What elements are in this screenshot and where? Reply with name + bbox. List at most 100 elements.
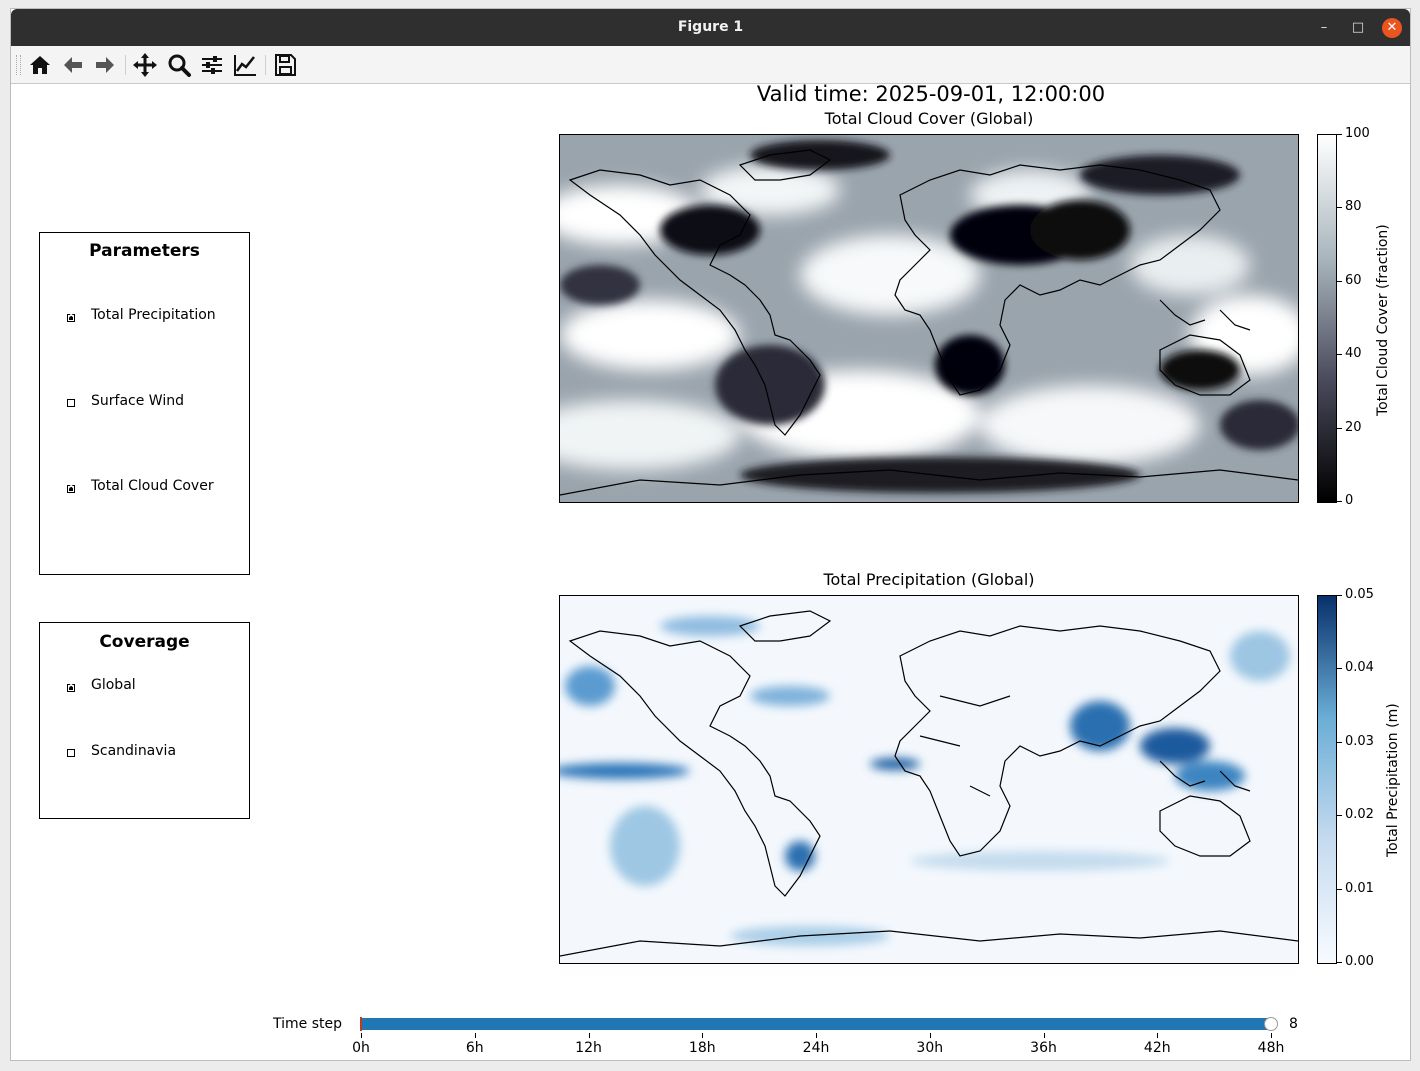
slider-min-marker: [360, 1017, 362, 1031]
back-button[interactable]: [60, 52, 86, 78]
cloud-colorbar-label: Total Cloud Cover (fraction): [1375, 224, 1391, 416]
precip-colorbar-tick-label: 0.01: [1345, 880, 1374, 896]
cloud-colorbar: [1317, 134, 1337, 503]
cloud-colorbar-tick-label: 60: [1345, 272, 1362, 288]
cloud-colorbar-tick-label: 100: [1345, 126, 1370, 141]
configure-subplots-button[interactable]: [199, 52, 225, 78]
slider-tick-label: 24h: [802, 1040, 830, 1056]
cloud-cover-field: [560, 135, 1298, 502]
save-button[interactable]: [272, 52, 298, 78]
slider-tick-mark: [1271, 1033, 1272, 1038]
slider-tick-mark: [1157, 1033, 1159, 1038]
cloud-colorbar-gradient: [1318, 135, 1336, 502]
precip-colorbar-tick-label: 0.03: [1345, 733, 1374, 749]
cloud-colorbar-tick-mark: [1337, 501, 1342, 502]
home-button[interactable]: [27, 52, 53, 78]
cloud-colorbar-tick-mark: [1337, 207, 1342, 209]
global-radio[interactable]: [67, 680, 75, 692]
slider-tick-label: 48h: [1257, 1040, 1285, 1056]
scandinavia-radio[interactable]: [67, 749, 75, 757]
edit-axis-button[interactable]: [232, 52, 258, 78]
precip-colorbar-tick-mark: [1337, 815, 1342, 817]
edit-axis-icon: [234, 55, 256, 76]
toolbar-separator: [125, 55, 126, 75]
slider-tick-mark: [361, 1033, 362, 1038]
cloud-colorbar-tick-mark: [1337, 354, 1342, 356]
slider-tick-label: 18h: [688, 1040, 716, 1056]
cloud-map-title: Total Cloud Cover (Global): [824, 109, 1034, 128]
total-precipitation-label[interactable]: Total Precipitation: [91, 307, 216, 323]
zoom-button[interactable]: [166, 52, 192, 78]
toolbar-separator: [265, 55, 266, 75]
title-bar[interactable]: Figure 1 – □ ✕: [11, 9, 1410, 46]
cloud-cover-map[interactable]: [559, 134, 1299, 503]
precipitation-field: [560, 596, 1298, 963]
precip-colorbar-tick-mark: [1337, 595, 1342, 596]
time-step-label: Time step: [273, 1016, 342, 1032]
configure-subplots-icon: [202, 56, 222, 74]
surface-wind-label[interactable]: Surface Wind: [91, 393, 184, 409]
global-label[interactable]: Global: [91, 677, 136, 693]
save-icon: [275, 54, 296, 76]
precip-colorbar-tick-label: 0.00: [1345, 954, 1374, 969]
cloud-colorbar-tick-label: 40: [1345, 346, 1362, 362]
forward-button[interactable]: [92, 52, 118, 78]
parameters-title: Parameters: [89, 241, 200, 261]
slider-tick-label: 36h: [1030, 1040, 1057, 1056]
slider-tick-label: 30h: [916, 1040, 944, 1056]
forward-icon: [96, 57, 114, 73]
pan-button[interactable]: [132, 52, 158, 78]
time-step-value: 8: [1289, 1016, 1298, 1032]
precip-colorbar-label: Total Precipitation (m): [1385, 703, 1401, 857]
close-button[interactable]: ✕: [1382, 18, 1402, 38]
slider-tick-mark: [929, 1033, 931, 1038]
surface-wind-checkbox[interactable]: [67, 399, 75, 407]
cloud-colorbar-tick-mark: [1337, 427, 1342, 429]
slider-tick-mark: [702, 1033, 704, 1038]
slider-tick-mark: [816, 1033, 817, 1038]
maximize-button[interactable]: □: [1348, 18, 1368, 38]
figure-canvas[interactable]: Valid time: 2025-09-01, 12:00:00 Total C…: [11, 82, 1410, 1060]
time-step-slider-handle[interactable]: [1264, 1017, 1278, 1031]
navigation-toolbar: [11, 46, 1410, 84]
cloud-colorbar-tick-label: 80: [1345, 199, 1362, 215]
pan-icon: [133, 53, 157, 77]
slider-tick-mark: [474, 1033, 476, 1038]
total-precipitation-checkbox[interactable]: [67, 310, 75, 322]
precip-colorbar-tick-mark: [1337, 668, 1342, 670]
back-icon: [64, 57, 82, 73]
toolbar-grip[interactable]: [16, 55, 21, 75]
cloud-colorbar-tick-mark: [1337, 134, 1342, 135]
slider-tick-label: 0h: [352, 1040, 370, 1056]
cloud-colorbar-tick-label: 20: [1345, 419, 1362, 435]
total-cloud-cover-checkbox[interactable]: [67, 481, 75, 493]
precip-colorbar-tick-label: 0.04: [1345, 660, 1374, 676]
slider-tick-label: 42h: [1143, 1040, 1171, 1056]
slider-tick-label: 12h: [575, 1040, 602, 1056]
window-title: Figure 1: [677, 19, 744, 35]
scandinavia-label[interactable]: Scandinavia: [91, 743, 176, 759]
slider-tick-label: 6h: [465, 1040, 484, 1056]
cloud-colorbar-tick-mark: [1337, 280, 1342, 282]
total-cloud-cover-label[interactable]: Total Cloud Cover: [91, 478, 214, 494]
zoom-icon: [168, 54, 191, 77]
figure-window: Figure 1 – □ ✕ Valid time: 2025-09-01, 1…: [10, 8, 1411, 1061]
coverage-title: Coverage: [99, 632, 190, 652]
home-icon: [30, 56, 50, 74]
minimize-button[interactable]: –: [1314, 18, 1334, 38]
figure-suptitle: Valid time: 2025-09-01, 12:00:00: [756, 82, 1106, 106]
parameters-panel: Parameters Total Precipitation Surface W…: [39, 232, 250, 575]
precip-colorbar: [1317, 595, 1337, 964]
time-step-slider-track[interactable]: [361, 1018, 1271, 1030]
precip-colorbar-gradient: [1318, 596, 1336, 963]
precip-colorbar-tick-label: 0.05: [1345, 587, 1374, 602]
precip-colorbar-tick-mark: [1337, 962, 1342, 963]
slider-tick-mark: [588, 1033, 590, 1038]
precip-colorbar-tick-label: 0.02: [1345, 807, 1374, 823]
precip-map-title: Total Precipitation (Global): [823, 570, 1035, 589]
coverage-panel: Coverage Global Scandinavia: [39, 622, 250, 819]
precipitation-map[interactable]: [559, 595, 1299, 964]
slider-tick-mark: [1043, 1033, 1045, 1038]
cloud-colorbar-tick-label: 0: [1345, 493, 1354, 508]
precip-colorbar-tick-mark: [1337, 741, 1342, 743]
